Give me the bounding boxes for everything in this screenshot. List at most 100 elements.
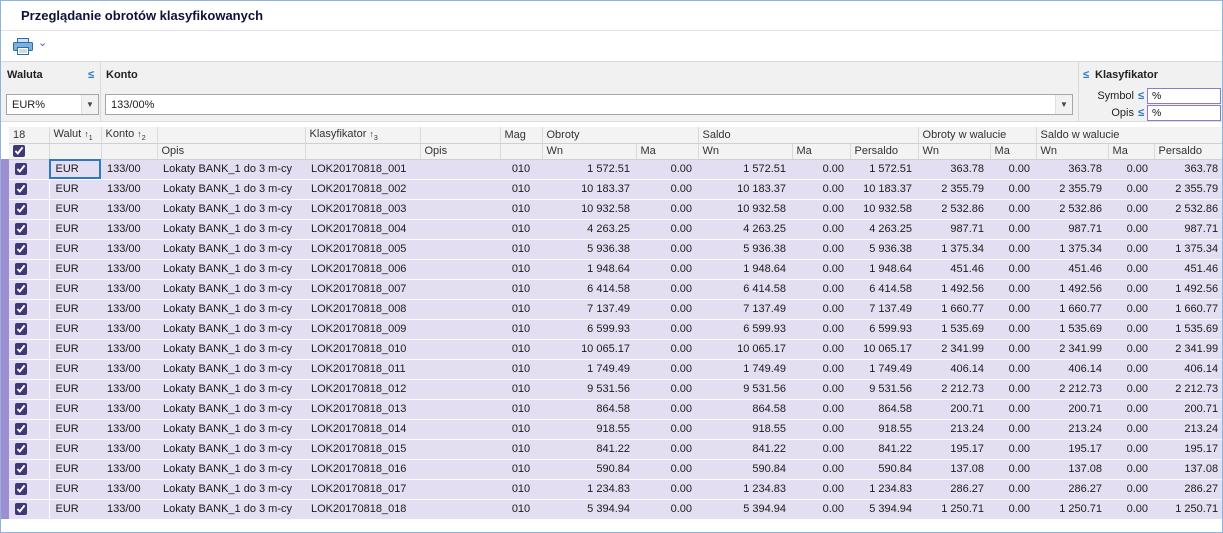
cell-walut[interactable]: EUR — [49, 299, 101, 320]
col-header-klasyfikator[interactable]: Klasyfikator ↑3 — [305, 127, 421, 144]
cell-saldo-wn[interactable]: 4 263.25 — [698, 219, 793, 240]
cell-saldo-wn[interactable]: 864.58 — [698, 399, 793, 420]
cell-obroty-wal-wn[interactable]: 195.17 — [918, 439, 991, 460]
cell-walut[interactable]: EUR — [49, 379, 101, 400]
cell-saldo-ma[interactable]: 0.00 — [792, 479, 851, 500]
table-row[interactable]: EUR 133/00 Lokaty BANK_1 do 3 m-cy LOK20170… — [9, 499, 1222, 520]
row-checkbox[interactable] — [15, 283, 27, 296]
cell-walut[interactable]: EUR — [49, 439, 101, 460]
row-checkbox[interactable] — [15, 343, 27, 356]
cell-obroty-ma[interactable]: 0.00 — [636, 279, 699, 300]
cell-konto[interactable]: 133/00 — [101, 359, 157, 380]
cell-obroty-wn[interactable]: 5 936.38 — [542, 239, 636, 260]
cell-opis2[interactable] — [420, 219, 500, 240]
table-row[interactable]: EUR 133/00 Lokaty BANK_1 do 3 m-cy LOK20170… — [9, 339, 1222, 360]
cell-obroty-wal-ma[interactable]: 0.00 — [990, 359, 1037, 380]
cell-opis2[interactable] — [420, 419, 500, 440]
cell-persaldo[interactable]: 1 572.51 — [850, 159, 919, 180]
cell-opis[interactable]: Lokaty BANK_1 do 3 m-cy — [157, 199, 305, 220]
cell-klasyfikator[interactable]: LOK20170818_016 — [305, 459, 420, 480]
cell-persaldo[interactable]: 5 394.94 — [850, 499, 919, 520]
subheader-opis[interactable]: Opis — [157, 143, 306, 160]
row-checkbox[interactable] — [15, 243, 27, 256]
cell-persaldo-wal[interactable]: 363.78 — [1154, 159, 1222, 180]
cell-obroty-wn[interactable]: 10 932.58 — [542, 199, 636, 220]
row-checkbox[interactable] — [15, 223, 27, 236]
cell-konto[interactable]: 133/00 — [101, 259, 157, 280]
cell-obroty-ma[interactable]: 0.00 — [636, 359, 699, 380]
cell-obroty-wal-ma[interactable]: 0.00 — [990, 419, 1037, 440]
cell-saldo-wal-wn[interactable]: 2 355.79 — [1036, 179, 1109, 200]
cell-obroty-wal-wn[interactable]: 1 660.77 — [918, 299, 991, 320]
subheader-obroty-wal-wn[interactable]: Wn — [918, 143, 991, 160]
subheader-saldo-wal-persaldo[interactable]: Persaldo — [1154, 143, 1222, 160]
cell-saldo-ma[interactable]: 0.00 — [792, 459, 851, 480]
cell-saldo-wn[interactable]: 590.84 — [698, 459, 793, 480]
symbol-filter-input[interactable]: % — [1147, 88, 1221, 104]
cell-opis2[interactable] — [420, 179, 500, 200]
cell-obroty-wn[interactable]: 590.84 — [542, 459, 636, 480]
cell-opis[interactable]: Lokaty BANK_1 do 3 m-cy — [157, 159, 305, 180]
cell-mag[interactable]: 010 — [500, 239, 542, 260]
row-checkbox[interactable] — [15, 443, 27, 456]
cell-walut[interactable]: EUR — [49, 479, 101, 500]
cell-saldo-wal-wn[interactable]: 451.46 — [1036, 259, 1109, 280]
cell-opis2[interactable] — [420, 159, 500, 180]
cell-mag[interactable]: 010 — [500, 439, 542, 460]
cell-klasyfikator[interactable]: LOK20170818_008 — [305, 299, 420, 320]
col-header-konto[interactable]: Konto ↑2 — [101, 127, 158, 144]
cell-walut[interactable]: EUR — [49, 399, 101, 420]
table-row[interactable]: EUR 133/00 Lokaty BANK_1 do 3 m-cy LOK20170… — [9, 399, 1222, 420]
cell-persaldo[interactable]: 10 932.58 — [850, 199, 919, 220]
cell-opis2[interactable] — [420, 279, 500, 300]
cell-obroty-wn[interactable]: 864.58 — [542, 399, 636, 420]
cell-saldo-wn[interactable]: 9 531.56 — [698, 379, 793, 400]
cell-obroty-ma[interactable]: 0.00 — [636, 499, 699, 520]
cell-saldo-wal-ma[interactable]: 0.00 — [1108, 379, 1155, 400]
cell-konto[interactable]: 133/00 — [101, 459, 157, 480]
cell-saldo-wn[interactable]: 841.22 — [698, 439, 793, 460]
cell-saldo-wn[interactable]: 1 234.83 — [698, 479, 793, 500]
subheader-obroty-wn[interactable]: Wn — [542, 143, 637, 160]
cell-saldo-wal-wn[interactable]: 195.17 — [1036, 439, 1109, 460]
cell-konto[interactable]: 133/00 — [101, 279, 157, 300]
row-checkbox[interactable] — [15, 263, 27, 276]
cell-konto[interactable]: 133/00 — [101, 439, 157, 460]
waluta-combobox[interactable]: EUR% ▼ — [6, 94, 99, 115]
cell-opis[interactable]: Lokaty BANK_1 do 3 m-cy — [157, 419, 305, 440]
cell-walut[interactable]: EUR — [49, 339, 101, 360]
cell-persaldo-wal[interactable]: 451.46 — [1154, 259, 1222, 280]
cell-saldo-ma[interactable]: 0.00 — [792, 439, 851, 460]
cell-saldo-wal-wn[interactable]: 1 535.69 — [1036, 319, 1109, 340]
table-row[interactable]: EUR 133/00 Lokaty BANK_1 do 3 m-cy LOK20170… — [9, 319, 1222, 340]
cell-opis[interactable]: Lokaty BANK_1 do 3 m-cy — [157, 479, 305, 500]
cell-saldo-wal-wn[interactable]: 363.78 — [1036, 159, 1109, 180]
cell-mag[interactable]: 010 — [500, 359, 542, 380]
cell-saldo-wal-ma[interactable]: 0.00 — [1108, 399, 1155, 420]
cell-obroty-wal-ma[interactable]: 0.00 — [990, 459, 1037, 480]
cell-obroty-ma[interactable]: 0.00 — [636, 339, 699, 360]
cell-obroty-ma[interactable]: 0.00 — [636, 379, 699, 400]
cell-konto[interactable]: 133/00 — [101, 319, 157, 340]
cell-obroty-wn[interactable]: 1 234.83 — [542, 479, 636, 500]
row-checkbox[interactable] — [15, 303, 27, 316]
cell-saldo-ma[interactable]: 0.00 — [792, 499, 851, 520]
cell-walut[interactable]: EUR — [49, 359, 101, 380]
waluta-operator-button[interactable]: ≤ — [88, 69, 94, 81]
cell-opis[interactable]: Lokaty BANK_1 do 3 m-cy — [157, 339, 305, 360]
cell-persaldo-wal[interactable]: 137.08 — [1154, 459, 1222, 480]
cell-opis[interactable]: Lokaty BANK_1 do 3 m-cy — [157, 299, 305, 320]
cell-saldo-ma[interactable]: 0.00 — [792, 359, 851, 380]
cell-obroty-wal-wn[interactable]: 1 250.71 — [918, 499, 991, 520]
cell-walut[interactable]: EUR — [49, 459, 101, 480]
subheader-obroty-ma[interactable]: Ma — [636, 143, 699, 160]
cell-klasyfikator[interactable]: LOK20170818_001 — [305, 159, 420, 180]
table-row[interactable]: EUR 133/00 Lokaty BANK_1 do 3 m-cy LOK20170… — [9, 299, 1222, 320]
cell-walut[interactable]: EUR — [49, 319, 101, 340]
cell-opis[interactable]: Lokaty BANK_1 do 3 m-cy — [157, 399, 305, 420]
cell-persaldo-wal[interactable]: 1 492.56 — [1154, 279, 1222, 300]
cell-obroty-wal-ma[interactable]: 0.00 — [990, 339, 1037, 360]
cell-saldo-wal-ma[interactable]: 0.00 — [1108, 259, 1155, 280]
table-row[interactable]: EUR 133/00 Lokaty BANK_1 do 3 m-cy LOK20170… — [9, 159, 1222, 180]
cell-persaldo[interactable]: 590.84 — [850, 459, 919, 480]
